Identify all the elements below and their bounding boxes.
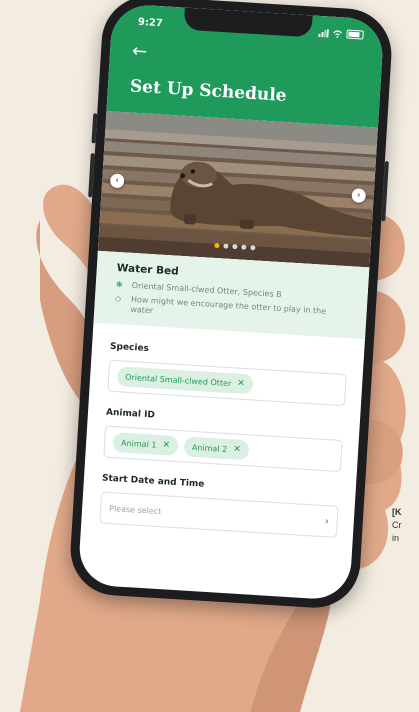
carousel-dot[interactable] [231,243,238,250]
tag-icon: ◇ [114,293,122,304]
paw-icon: ❋ [115,279,123,290]
signal-icon [318,28,329,37]
animal-chip-label: Animal 1 [120,438,157,450]
schedule-form: Species Oriental Small-clwed Otter ✕ Ani… [81,323,365,539]
start-date-select[interactable]: Please select › [99,491,339,538]
partial-caption: [K Cr in [392,507,402,543]
app-screen: 9:27 ← Set Up Schedule ‹ › Water Bed ❋ O… [77,3,385,601]
carousel-dot[interactable] [249,245,256,251]
close-icon[interactable]: ✕ [237,379,245,389]
carousel-dot[interactable] [240,244,247,250]
animal-chip-label: Animal 2 [191,442,228,454]
wifi-icon [333,29,343,38]
status-icons [318,28,364,40]
species-field[interactable]: Oriental Small-clwed Otter ✕ [107,359,347,407]
carousel-dot[interactable] [213,242,220,249]
close-icon[interactable]: ✕ [233,444,241,454]
status-time: 9:27 [137,16,164,30]
animal-chip[interactable]: Animal 1 ✕ [112,432,179,457]
page-title: Set Up Schedule [129,76,288,106]
species-chip[interactable]: Oriental Small-clwed Otter ✕ [116,366,254,395]
chevron-right-icon: › [324,515,330,527]
close-icon[interactable]: ✕ [162,440,170,450]
start-placeholder: Please select [108,503,162,516]
battery-icon [346,29,364,40]
animal-chip[interactable]: Animal 2 ✕ [183,436,250,461]
carousel-dot[interactable] [222,243,229,249]
otter-photo: ‹ › [97,111,378,268]
species-chip-label: Oriental Small-clwed Otter [124,372,232,388]
arrow-left-icon[interactable]: ← [131,41,147,63]
animal-id-field[interactable]: Animal 1 ✕ Animal 2 ✕ [103,425,343,473]
phone-frame: 9:27 ← Set Up Schedule ‹ › Water Bed ❋ O… [67,0,395,611]
